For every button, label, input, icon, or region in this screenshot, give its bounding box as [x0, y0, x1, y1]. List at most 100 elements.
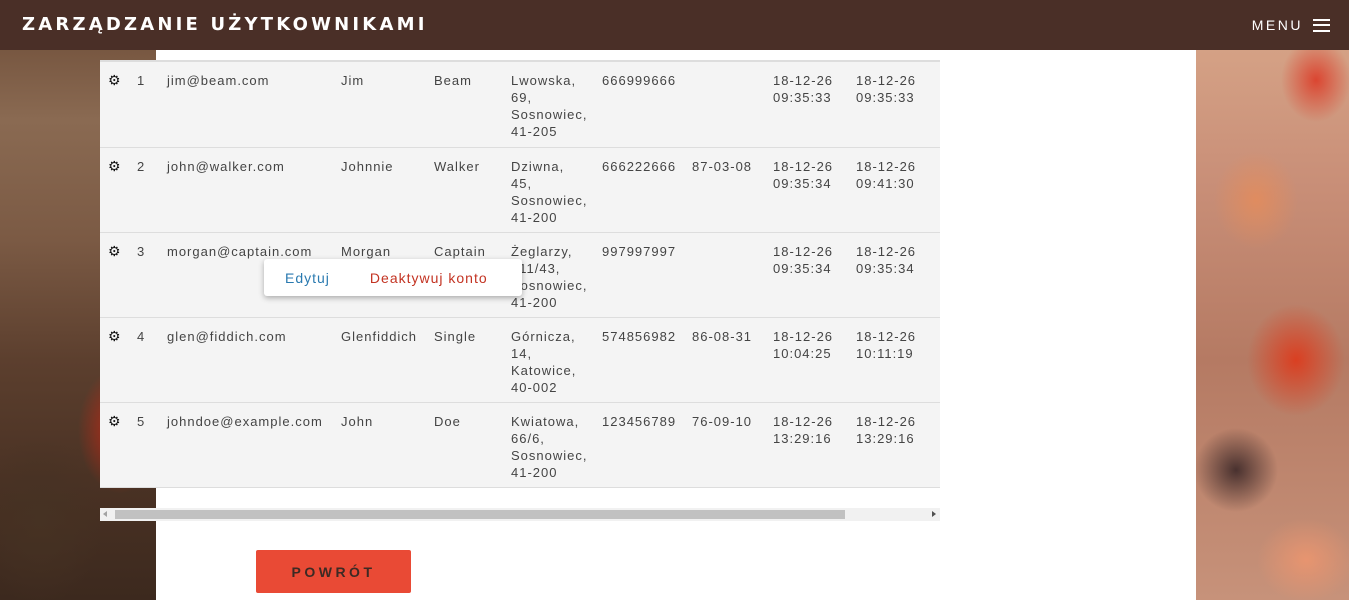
cell-first-name: John — [341, 413, 374, 429]
address-line: 41-205 — [511, 124, 558, 139]
modified-line: 18-12-26 — [856, 413, 917, 429]
gear-cell: ⚙ — [100, 232, 137, 317]
created-line: 18-12-26 — [773, 243, 834, 259]
horizontal-scrollbar[interactable] — [100, 508, 940, 521]
background-right — [1196, 0, 1349, 600]
address-line: 41-200 — [511, 209, 558, 225]
row-actions-popup: Edytuj Deaktywuj konto — [264, 259, 522, 296]
deactivate-account-link[interactable]: Deaktywuj konto — [370, 270, 488, 286]
cell-first-name: Johnnie — [341, 158, 394, 174]
cell-email: john@walker.com — [167, 158, 285, 174]
gear-icon[interactable]: ⚙ — [108, 243, 122, 259]
address-line: Lwowska, — [511, 73, 577, 88]
cell-modified: 18-12-26 09:35:34 — [856, 232, 940, 317]
table-row: ⚙ 2 john@walker.com Johnnie Walker Dziwna, 45,… — [100, 147, 940, 232]
gear-icon[interactable]: ⚙ — [108, 413, 122, 429]
address-line: Sosnowiec, — [511, 277, 588, 293]
table-row: ⚙ 4 glen@fiddich.com Glenfiddich Single Górni… — [100, 317, 940, 402]
gear-icon[interactable]: ⚙ — [108, 72, 122, 88]
cell-created: 18-12-26 10:04:25 — [773, 317, 856, 402]
cell-birth-date — [692, 232, 773, 317]
cell-email: jim@beam.com — [167, 73, 270, 88]
address-line: Sosnowiec, — [511, 192, 588, 208]
cell-created: 18-12-26 09:35:33 — [773, 62, 856, 147]
cell-last-name: Beam — [434, 73, 472, 88]
created-line: 09:35:34 — [773, 260, 832, 276]
cell-email: glen@fiddich.com — [167, 328, 287, 344]
created-line: 18-12-26 — [773, 328, 834, 344]
cell-birth-date: 76-09-10 — [692, 413, 753, 429]
created-line: 18-12-26 — [773, 73, 834, 88]
menu-label: MENU — [1251, 17, 1303, 33]
cell-created: 18-12-26 13:29:16 — [773, 402, 856, 487]
created-line: 10:04:25 — [773, 345, 832, 361]
back-button[interactable]: POWRÓT — [256, 550, 411, 593]
cell-phone: 666999666 — [602, 73, 677, 88]
gear-icon[interactable]: ⚙ — [108, 328, 122, 344]
address-line: 14, — [511, 345, 533, 361]
address-line: 40-002 — [511, 379, 558, 395]
cell-id: 5 — [137, 413, 146, 429]
navbar: ZARZĄDZANIE UŻYTKOWNIKAMI MENU — [0, 0, 1349, 50]
modified-line: 10:11:19 — [856, 345, 914, 361]
cell-modified: 18-12-26 10:11:19 — [856, 317, 940, 402]
created-line: 18-12-26 — [773, 413, 834, 429]
scroll-left-arrow-icon[interactable] — [103, 511, 107, 517]
modified-line: 18-12-26 — [856, 73, 917, 88]
cell-birth-date: 87-03-08 — [692, 158, 753, 174]
modified-line: 18-12-26 — [856, 243, 917, 259]
cell-id: 2 — [137, 158, 146, 174]
address-line: 41-200 — [511, 294, 558, 310]
modified-line: 18-12-26 — [856, 328, 917, 344]
created-line: 13:29:16 — [773, 430, 832, 446]
cell-address: Górnicza, 14, Katowice, 40-002 — [511, 317, 602, 402]
cell-created: 18-12-26 09:35:34 — [773, 232, 856, 317]
cell-last-name: Single — [434, 328, 477, 344]
cell-address: Żeglarzy, 211/43, Sosnowiec, 41-200 — [511, 232, 602, 317]
gear-icon[interactable]: ⚙ — [108, 158, 122, 174]
cell-address: Kwiatowa, 66/6, Sosnowiec, 41-200 — [511, 402, 602, 487]
menu-button[interactable]: MENU — [1252, 17, 1330, 33]
cell-modified: 18-12-26 09:35:33 — [856, 62, 940, 147]
modified-line: 09:41:30 — [856, 175, 915, 191]
cell-created: 18-12-26 09:35:34 — [773, 147, 856, 232]
address-line: Dziwna, — [511, 158, 565, 174]
app-title: ZARZĄDZANIE UŻYTKOWNIKAMI — [22, 14, 428, 35]
cell-birth-date: 86-08-31 — [692, 328, 753, 344]
cell-id: 4 — [137, 328, 146, 344]
address-line: Katowice, — [511, 362, 577, 378]
address-line: Sosnowiec, — [511, 447, 588, 463]
cell-phone: 574856982 — [602, 328, 677, 344]
address-line: 211/43, — [511, 260, 561, 276]
gear-cell: ⚙ — [100, 317, 137, 402]
address-line: 66/6, — [511, 430, 545, 446]
modified-line: 13:29:16 — [856, 430, 915, 446]
cell-first-name: Glenfiddich — [341, 328, 418, 344]
cell-id: 1 — [137, 73, 146, 88]
gear-cell: ⚙ — [100, 62, 137, 147]
address-line: 41-200 — [511, 464, 558, 480]
cell-modified: 18-12-26 13:29:16 — [856, 402, 940, 487]
scroll-right-arrow-icon[interactable] — [932, 511, 936, 517]
cell-phone: 997997997 — [602, 243, 677, 259]
created-line: 18-12-26 — [773, 158, 834, 174]
table-row: ⚙ 5 johndoe@example.com John Doe Kwiatowa, 66/… — [100, 402, 940, 487]
created-line: 09:35:34 — [773, 175, 832, 191]
scrollbar-thumb[interactable] — [115, 510, 845, 519]
modified-line: 18-12-26 — [856, 158, 917, 174]
address-line: Żeglarzy, — [511, 243, 573, 259]
address-line: Górnicza, — [511, 328, 576, 344]
cell-id: 3 — [137, 243, 146, 259]
cell-last-name: Doe — [434, 413, 461, 429]
cell-phone: 666222666 — [602, 158, 677, 174]
address-line: Sosnowiec, — [511, 107, 588, 122]
cell-address: Lwowska, 69, Sosnowiec, 41-205 — [511, 62, 602, 147]
address-line: 45, — [511, 175, 533, 191]
address-line: Kwiatowa, — [511, 413, 580, 429]
cell-address: Dziwna, 45, Sosnowiec, 41-200 — [511, 147, 602, 232]
edit-link[interactable]: Edytuj — [285, 270, 330, 286]
cell-last-name: Walker — [434, 158, 480, 174]
modified-line: 09:35:34 — [856, 260, 915, 276]
cell-birth-date — [692, 62, 773, 147]
address-line: 69, — [511, 90, 533, 105]
